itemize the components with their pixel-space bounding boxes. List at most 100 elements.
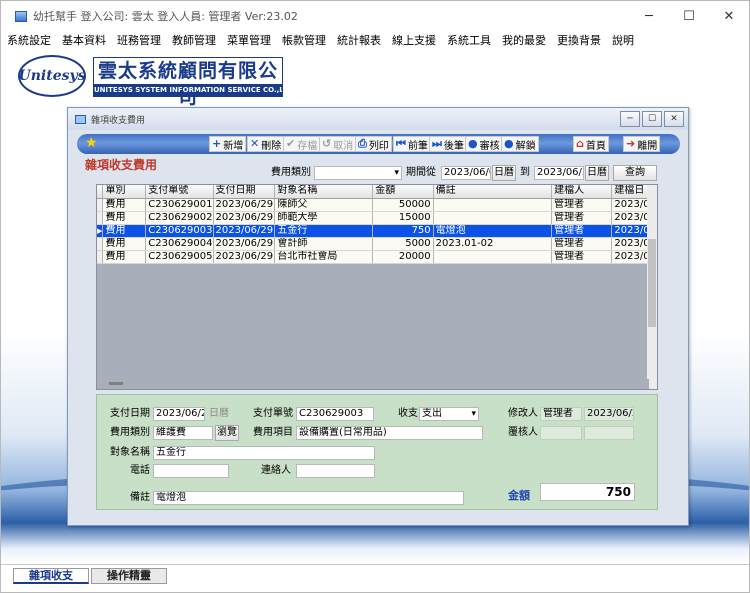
cell-no: C230629004 xyxy=(145,237,214,251)
detail-panel: 支付日期 2023/06/29 日曆 支付單號 C230629003 收支 支出… xyxy=(96,394,658,510)
cell-creator: 管理者 xyxy=(551,198,613,212)
filter-category-label: 費用類別 xyxy=(271,167,311,178)
pay-date-calendar-button[interactable]: 日曆 xyxy=(209,407,229,421)
menu-reports[interactable]: 統計報表 xyxy=(337,32,381,48)
audit-label: 審核 xyxy=(479,140,500,152)
unlock-label: 解鎖 xyxy=(515,140,536,152)
table-row[interactable]: 費用 C230629002 2023/06/29 師範大學 15000 管理者 … xyxy=(97,211,657,225)
col-date-header[interactable]: 支付日期 xyxy=(213,185,276,199)
app-icon xyxy=(15,10,27,22)
cancel-button[interactable]: ↺ 取消 xyxy=(319,136,357,152)
child-maximize-icon[interactable]: ☐ xyxy=(642,111,662,127)
cell-note xyxy=(433,211,553,225)
child-close-icon[interactable]: ✕ xyxy=(664,111,684,127)
table-row-selected[interactable]: ▶ 費用 C230629003 2023/06/29 五金行 750 電燈泡 管… xyxy=(97,224,657,238)
add-button[interactable]: + 新增 xyxy=(209,136,247,152)
tab-misc-expense[interactable]: 雜項收支 xyxy=(13,568,89,584)
close-icon[interactable]: ✕ xyxy=(709,1,749,31)
amount-input[interactable]: 750 xyxy=(540,483,635,501)
cell-no: C230629001 xyxy=(145,198,214,212)
menu-teacher-management[interactable]: 教師管理 xyxy=(172,32,216,48)
col-creator-header[interactable]: 建檔人 xyxy=(551,185,613,199)
calendar-to-button[interactable]: 日曆 xyxy=(585,165,609,181)
save-label: 存檔 xyxy=(297,140,318,152)
cell-note xyxy=(433,198,553,212)
prev-record-button[interactable]: ⏮ 前筆 xyxy=(393,136,431,152)
cell-amount: 20000 xyxy=(372,250,434,264)
menu-system-settings[interactable]: 系統設定 xyxy=(7,32,51,48)
menu-account-management[interactable]: 帳款管理 xyxy=(282,32,326,48)
menu-favorites[interactable]: 我的最愛 xyxy=(502,32,546,48)
col-amount-header[interactable]: 金額 xyxy=(372,185,434,199)
menu-basic-data[interactable]: 基本資料 xyxy=(62,32,106,48)
grid-vertical-scrollbar[interactable] xyxy=(647,185,657,389)
current-row-arrow-icon: ▶ xyxy=(97,224,104,238)
tab-operation-wizard[interactable]: 操作精靈 xyxy=(91,568,167,584)
menu-class-management[interactable]: 班務管理 xyxy=(117,32,161,48)
note-label: 備註 xyxy=(130,492,150,503)
last-record-icon: ⏭ xyxy=(432,137,442,150)
inout-label: 收支 xyxy=(398,408,418,419)
expense-table: 單別 支付單號 支付日期 對象名稱 金額 備註 建檔人 建檔日 費用 C2306… xyxy=(97,185,657,264)
add-label: 新增 xyxy=(223,140,244,152)
child-window-icon xyxy=(75,114,86,124)
contact-input[interactable] xyxy=(296,464,375,478)
cell-target: 五金行 xyxy=(274,224,374,238)
cell-date: 2023/06/29 xyxy=(213,211,276,225)
category-input[interactable]: 維護費 xyxy=(153,426,213,440)
table-row[interactable]: 費用 C230629004 2023/06/29 會計師 5000 2023.0… xyxy=(97,237,657,251)
title-bar: 幼托幫手 登入公司: 雲太 登入人員: 管理者 Ver:23.02 ─ ☐ ✕ xyxy=(1,1,749,31)
horizontal-scroll-thumb[interactable] xyxy=(109,382,123,385)
print-button[interactable]: ⎙ 列印 xyxy=(355,136,392,152)
col-no-header[interactable]: 支付單號 xyxy=(145,185,214,199)
target-input[interactable]: 五金行 xyxy=(153,446,375,460)
cell-target: 台北市社會局 xyxy=(274,250,374,264)
pay-date-input[interactable]: 2023/06/29 xyxy=(153,407,205,421)
next-record-button[interactable]: ⏭ 後筆 xyxy=(429,136,467,152)
menu-system-tools[interactable]: 系統工具 xyxy=(447,32,491,48)
minimize-icon[interactable]: ─ xyxy=(629,1,669,31)
vertical-scroll-thumb[interactable] xyxy=(648,239,656,327)
window-title: 幼托幫手 登入公司: 雲太 登入人員: 管理者 Ver:23.02 xyxy=(33,10,298,23)
inout-select[interactable]: 支出 xyxy=(419,407,479,421)
home-button[interactable]: ⌂ 首頁 xyxy=(573,136,609,152)
expense-grid: 單別 支付單號 支付日期 對象名稱 金額 備註 建檔人 建檔日 費用 C2306… xyxy=(96,184,658,390)
bottom-tab-bar: 雜項收支 操作精靈 xyxy=(1,564,749,592)
query-button[interactable]: 查詢 xyxy=(613,165,657,181)
unlock-button[interactable]: ● 解鎖 xyxy=(501,136,539,152)
exit-icon: ➜ xyxy=(626,137,636,150)
undo-icon: ↺ xyxy=(322,137,332,150)
phone-input[interactable] xyxy=(153,464,229,478)
calendar-from-button[interactable]: 日曆 xyxy=(492,165,516,181)
form-title: 雜項收支費用 xyxy=(85,158,158,172)
menu-help[interactable]: 說明 xyxy=(612,32,634,48)
save-button[interactable]: ✔ 存檔 xyxy=(283,136,321,152)
pay-no-input[interactable]: C230629003 xyxy=(296,407,374,421)
col-target-header[interactable]: 對象名稱 xyxy=(274,185,374,199)
child-minimize-icon[interactable]: ─ xyxy=(620,111,640,127)
date-from-input[interactable]: 2023/06/01 xyxy=(441,166,491,180)
col-type-header[interactable]: 單別 xyxy=(102,185,147,199)
filter-category-select[interactable] xyxy=(314,166,402,180)
favorite-star-icon[interactable]: ★ xyxy=(85,135,98,152)
menu-meal-management[interactable]: 菜單管理 xyxy=(227,32,271,48)
note-input[interactable]: 電燈泡 xyxy=(153,491,464,505)
item-input[interactable]: 設備購置(日常用品) xyxy=(296,426,483,440)
pay-no-label: 支付單號 xyxy=(253,408,293,419)
grid-horizontal-scrollbar[interactable] xyxy=(97,379,649,389)
date-to-input[interactable]: 2023/06/30 xyxy=(534,166,584,180)
exit-button[interactable]: ➜ 離開 xyxy=(623,136,661,152)
delete-button[interactable]: ✕ 刪除 xyxy=(247,136,285,152)
table-row[interactable]: 費用 C230629001 2023/06/29 陳師父 50000 管理者 2… xyxy=(97,198,657,212)
col-note-header[interactable]: 備註 xyxy=(433,185,553,199)
misc-expense-window: 雜項收支費用 ─ ☐ ✕ ★ + 新增 ✕ 刪除 ✔ 存檔 ↺ 取消 ⎙ 列印 ⏮ 前筆 ⏭… xyxy=(67,107,689,526)
audit-button[interactable]: ● 審核 xyxy=(465,136,503,152)
cell-amount: 750 xyxy=(372,224,434,238)
maximize-icon[interactable]: ☐ xyxy=(669,1,709,31)
menu-online-support[interactable]: 線上支援 xyxy=(392,32,436,48)
menu-change-background[interactable]: 更換背景 xyxy=(557,32,601,48)
table-row[interactable]: 費用 C230629005 2023/06/29 台北市社會局 20000 管理… xyxy=(97,250,657,264)
delete-icon: ✕ xyxy=(250,137,260,150)
browse-button[interactable]: 瀏覽 xyxy=(215,425,239,441)
cell-note: 2023.01-02 xyxy=(433,237,553,251)
